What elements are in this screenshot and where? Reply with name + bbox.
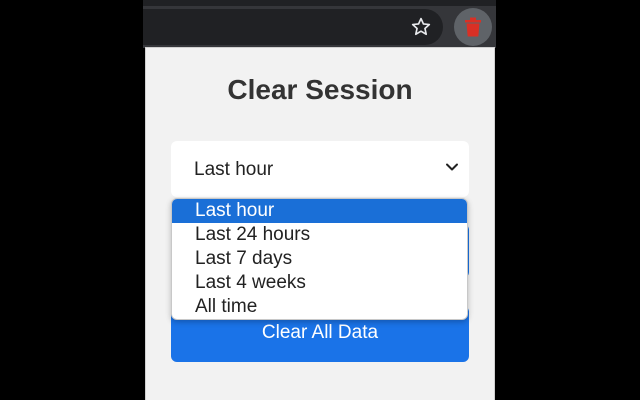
option-last-4-weeks[interactable]: Last 4 weeks (172, 271, 467, 295)
time-range-dropdown: Last hour Last 24 hours Last 7 days Last… (171, 198, 468, 320)
popup-title: Clear Session (227, 74, 413, 105)
browser-toolbar (143, 0, 496, 48)
option-all-time[interactable]: All time (172, 295, 467, 319)
option-last-24-hours[interactable]: Last 24 hours (172, 223, 467, 247)
chevron-down-icon (446, 163, 458, 171)
option-last-7-days[interactable]: Last 7 days (172, 247, 467, 271)
option-last-hour[interactable]: Last hour (172, 199, 467, 223)
address-bar[interactable] (143, 9, 443, 45)
tab-strip (143, 0, 496, 6)
time-range-select[interactable]: Last hour (171, 141, 469, 197)
select-current-value: Last hour (194, 159, 274, 180)
star-icon[interactable] (403, 9, 439, 45)
extension-button[interactable] (454, 8, 492, 46)
trash-icon (465, 17, 481, 37)
